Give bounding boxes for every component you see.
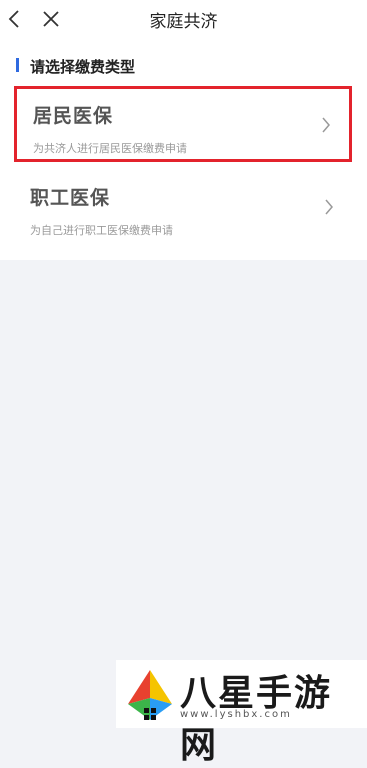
option-description: 为共济人进行居民医保缴费申请	[33, 142, 187, 155]
option-title: 职工医保	[30, 187, 111, 209]
watermark-logo	[128, 670, 172, 720]
content-panel: 请选择缴费类型 居民医保 为共济人进行居民医保缴费申请 职工医保 为自己进行职工…	[0, 40, 367, 260]
page-title: 家庭共济	[149, 12, 218, 32]
top-bar: 家庭共济	[0, 0, 367, 40]
section-heading-text: 请选择缴费类型	[30, 58, 136, 76]
chevron-right-icon	[325, 199, 333, 215]
section-accent-bar	[16, 58, 19, 72]
option-employee-insurance[interactable]: 职工医保 为自己进行职工医保缴费申请	[14, 171, 352, 247]
option-title: 居民医保	[33, 105, 114, 127]
watermark-url: www.lyshbx.com	[180, 709, 292, 720]
option-resident-insurance[interactable]: 居民医保 为共济人进行居民医保缴费申请	[14, 86, 352, 162]
chevron-right-icon	[322, 117, 330, 133]
option-description: 为自己进行职工医保缴费申请	[30, 224, 173, 237]
watermark: 八星手游网 www.lyshbx.com	[116, 660, 367, 766]
